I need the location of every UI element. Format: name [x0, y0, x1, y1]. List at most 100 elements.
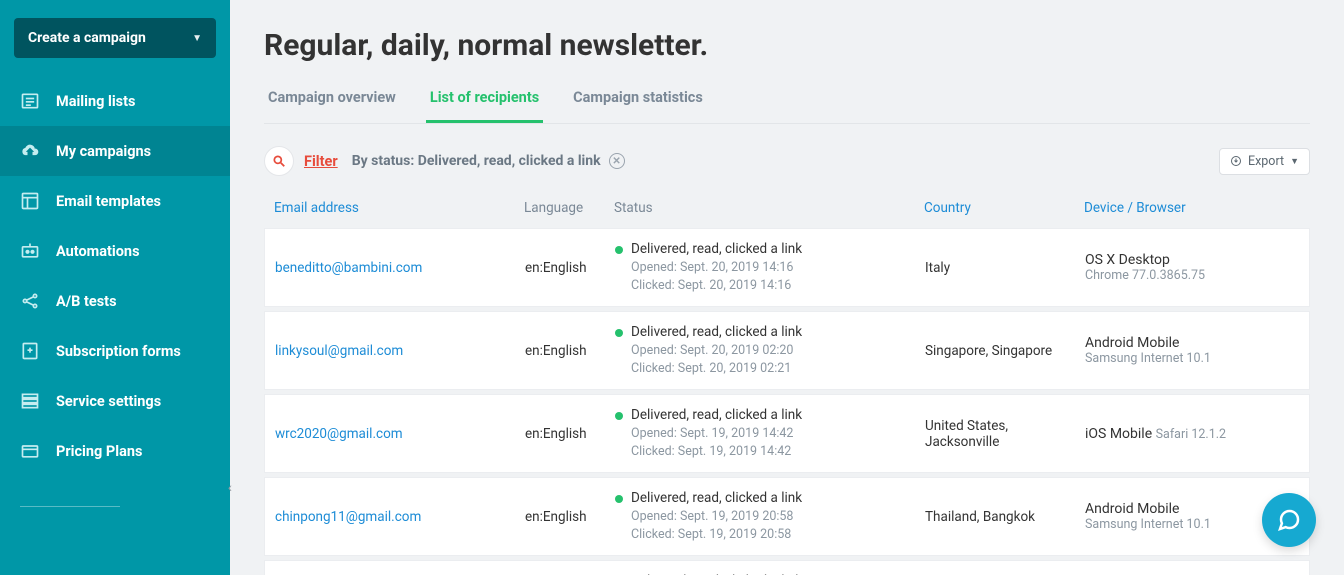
col-device[interactable]: Device / Browser	[1084, 200, 1324, 216]
recipient-status: Delivered, read, clicked a link Opened: …	[615, 241, 925, 294]
status-opened: Opened: Sept. 20, 2019 14:16	[631, 259, 802, 277]
sidebar-item-label: Mailing lists	[56, 93, 135, 110]
sidebar-item-email-templates[interactable]: Email templates	[0, 176, 230, 226]
recipient-device: iOS Mobile Safari 12.1.2	[1085, 426, 1325, 442]
recipient-language: en:English	[525, 426, 615, 442]
sidebar-item-automations[interactable]: Automations	[0, 226, 230, 276]
recipient-country: Singapore, Singapore	[925, 343, 1085, 359]
sidebar-divider	[20, 506, 120, 507]
pricing-icon	[20, 441, 40, 461]
form-icon	[20, 341, 40, 361]
status-title: Delivered, read, clicked a link	[631, 241, 802, 257]
ab-tests-icon	[20, 291, 40, 311]
status-title: Delivered, read, clicked a link	[631, 490, 802, 506]
status-clicked: Clicked: Sept. 19, 2019 20:58	[631, 526, 802, 544]
browser-name: Samsung Internet 10.1	[1085, 351, 1325, 366]
status-dot-icon	[615, 329, 623, 337]
recipient-email[interactable]: chinpong11@gmail.com	[275, 509, 525, 525]
sidebar-item-label: Service settings	[56, 393, 161, 410]
status-opened: Opened: Sept. 20, 2019 02:20	[631, 342, 802, 360]
col-status: Status	[614, 200, 924, 216]
recipient-language: en:English	[525, 343, 615, 359]
status-clicked: Clicked: Sept. 20, 2019 14:16	[631, 277, 802, 295]
caret-down-icon: ▼	[1290, 156, 1299, 167]
table-row: chinpong11@gmail.com en:English Delivere…	[264, 477, 1310, 556]
chat-icon	[1277, 508, 1301, 532]
recipient-device: Android Mobile Samsung Internet 10.1	[1085, 335, 1325, 366]
recipients-table: beneditto@bambini.com en:English Deliver…	[264, 228, 1310, 575]
search-icon	[272, 154, 286, 168]
sidebar-item-my-campaigns[interactable]: My campaigns	[0, 126, 230, 176]
sidebar-item-mailing-lists[interactable]: Mailing lists	[0, 76, 230, 126]
sidebar-item-label: Automations	[56, 243, 140, 260]
status-clicked: Clicked: Sept. 20, 2019 02:21	[631, 360, 802, 378]
status-title: Delivered, read, clicked a link	[631, 324, 802, 340]
download-icon	[1230, 155, 1242, 167]
tab-campaign-overview[interactable]: Campaign overview	[264, 89, 400, 123]
recipient-country: Italy	[925, 260, 1085, 276]
status-opened: Opened: Sept. 19, 2019 20:58	[631, 508, 802, 526]
sidebar-item-subscription-forms[interactable]: Subscription forms	[0, 326, 230, 376]
table-row: beneditto@bambini.com en:English Deliver…	[264, 228, 1310, 307]
settings-icon	[20, 391, 40, 411]
table-header: Email address Language Status Country De…	[264, 194, 1310, 228]
create-campaign-button[interactable]: Create a campaign ▼	[14, 18, 216, 58]
table-row: wrc2020@gmail.com en:English Delivered, …	[264, 394, 1310, 473]
chat-fab[interactable]	[1262, 493, 1316, 547]
recipient-email[interactable]: linkysoul@gmail.com	[275, 343, 525, 359]
template-icon	[20, 191, 40, 211]
recipient-country: Thailand, Bangkok	[925, 509, 1085, 525]
filter-bar: Filter By status: Delivered, read, click…	[264, 146, 1310, 176]
sidebar-item-label: Pricing Plans	[56, 443, 142, 460]
main-content: Regular, daily, normal newsletter. Campa…	[230, 0, 1344, 575]
device-name: iOS Mobile	[1085, 426, 1152, 442]
recipient-language: en:English	[525, 509, 615, 525]
recipient-email[interactable]: wrc2020@gmail.com	[275, 426, 525, 442]
browser-name: Chrome 77.0.3865.75	[1085, 268, 1325, 283]
export-button[interactable]: Export ▼	[1219, 148, 1310, 175]
status-clicked: Clicked: Sept. 19, 2019 14:42	[631, 443, 802, 461]
chevron-down-icon: ▼	[192, 33, 202, 44]
recipient-email[interactable]: beneditto@bambini.com	[275, 260, 525, 276]
automation-icon	[20, 241, 40, 261]
col-language: Language	[524, 200, 614, 216]
filter-link[interactable]: Filter	[304, 153, 338, 170]
col-email[interactable]: Email address	[274, 200, 524, 216]
status-dot-icon	[615, 412, 623, 420]
browser-name: Safari 12.1.2	[1156, 427, 1226, 442]
status-dot-icon	[615, 495, 623, 503]
recipient-status: Delivered, read, clicked a link Opened: …	[615, 324, 925, 377]
tab-campaign-statistics[interactable]: Campaign statistics	[569, 89, 707, 123]
recipient-language: en:English	[525, 260, 615, 276]
sidebar-item-pricing-plans[interactable]: Pricing Plans	[0, 426, 230, 476]
sidebar-item-label: Email templates	[56, 193, 161, 210]
recipient-device: OS X Desktop Chrome 77.0.3865.75	[1085, 252, 1325, 283]
list-icon	[20, 91, 40, 111]
table-row: linkysoul@gmail.com en:English Delivered…	[264, 311, 1310, 390]
sidebar-item-label: A/B tests	[56, 293, 117, 310]
device-name: OS X Desktop	[1085, 252, 1325, 268]
recipient-status: Delivered, read, clicked a link Opened: …	[615, 490, 925, 543]
status-title: Delivered, read, clicked a link	[631, 407, 802, 423]
table-row: garami.ramababu@gmail.com en:English Del…	[264, 560, 1310, 575]
sidebar-item-service-settings[interactable]: Service settings	[0, 376, 230, 426]
tabs: Campaign overview List of recipients Cam…	[264, 89, 1310, 124]
create-campaign-label: Create a campaign	[28, 30, 146, 46]
col-country[interactable]: Country	[924, 200, 1084, 216]
status-dot-icon	[615, 246, 623, 254]
filter-search-button[interactable]	[264, 146, 294, 176]
sidebar-item-label: Subscription forms	[56, 343, 181, 360]
filter-clear-button[interactable]: ✕	[609, 153, 625, 169]
page-title: Regular, daily, normal newsletter.	[264, 28, 1310, 63]
status-opened: Opened: Sept. 19, 2019 14:42	[631, 425, 802, 443]
tab-list-of-recipients[interactable]: List of recipients	[426, 89, 543, 123]
export-label: Export	[1248, 154, 1284, 169]
sidebar-item-ab-tests[interactable]: A/B tests	[0, 276, 230, 326]
sidebar: Create a campaign ▼ Mailing lists My cam…	[0, 0, 230, 575]
upload-cloud-icon	[20, 141, 40, 161]
recipient-country: United States, Jacksonville	[925, 418, 1085, 450]
recipient-status: Delivered, read, clicked a link Opened: …	[615, 407, 925, 460]
filter-description: By status: Delivered, read, clicked a li…	[352, 153, 625, 169]
sidebar-item-label: My campaigns	[56, 143, 151, 160]
device-name: Android Mobile	[1085, 335, 1325, 351]
